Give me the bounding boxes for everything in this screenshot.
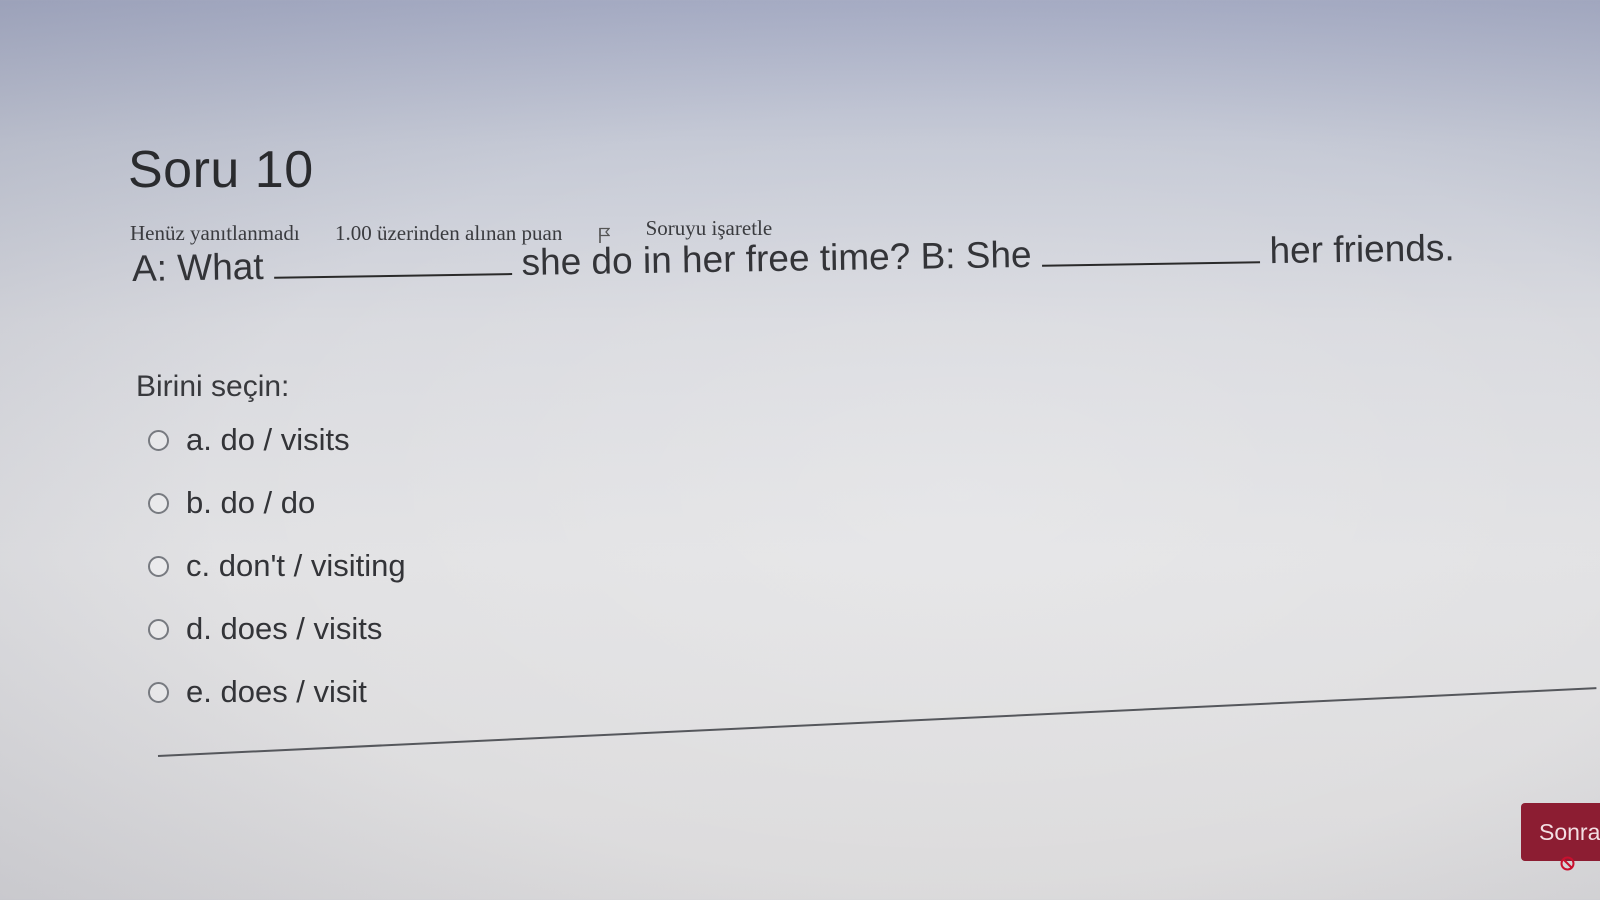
radio-button-c[interactable] [148,555,169,577]
answer-prompt: Birini seçin: [136,370,290,403]
answer-option-a-label: a. do / visits [186,422,350,457]
question-title: Soru 10 [128,141,314,199]
next-page-button[interactable]: Sonra [1521,803,1600,861]
answer-option-e[interactable]: e. does / visit [148,672,406,712]
answer-option-c-label: c. don't / visiting [186,548,406,583]
blocked-icon [1560,856,1575,871]
next-page-label: Sonra [1539,818,1600,845]
question-text-part3: her friends. [1269,227,1455,272]
question-text-part2: she do in her free time? B: She [521,233,1032,283]
answer-option-d-label: d. does / visits [186,611,383,646]
radio-button-e[interactable] [148,681,169,703]
answer-option-d[interactable]: d. does / visits [148,609,406,649]
answer-options: a. do / visits b. do / do c. don't / vis… [148,420,406,735]
radio-button-d[interactable] [148,618,169,640]
radio-button-b[interactable] [148,492,169,514]
answer-blank-2 [1041,261,1260,267]
answer-option-a[interactable]: a. do / visits [148,420,406,460]
answer-option-b-label: b. do / do [186,485,316,520]
answer-blank-1 [273,273,512,279]
radio-button-a[interactable] [148,429,169,451]
flag-icon [598,224,611,243]
answer-option-b[interactable]: b. do / do [148,483,406,523]
answer-option-e-label: e. does / visit [186,674,367,709]
answer-option-c[interactable]: c. don't / visiting [148,546,406,586]
question-text-part1: A: What [131,245,264,289]
question-state: Henüz yanıtlanmadı [130,220,300,245]
